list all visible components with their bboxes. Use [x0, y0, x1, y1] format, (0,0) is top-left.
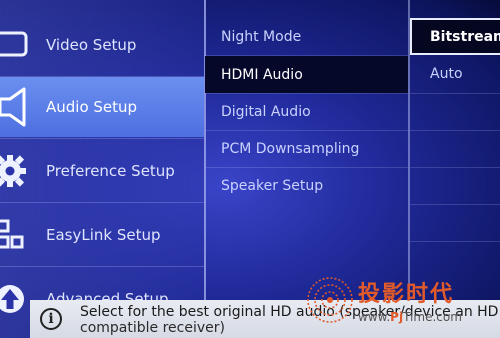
divider [410, 167, 500, 168]
info-icon: i [40, 308, 62, 330]
menu-item-label: Preference Setup [46, 161, 175, 180]
setting-digital-audio[interactable]: Digital Audio [205, 93, 408, 130]
option-auto[interactable]: Auto [410, 55, 500, 92]
audio-settings-list: Night Mode HDMI Audio Digital Audio PCM … [205, 0, 410, 300]
setting-pcm-downsampling[interactable]: PCM Downsampling [205, 130, 408, 167]
setting-night-mode[interactable]: Night Mode [205, 18, 408, 55]
hdmi-audio-options: Bitstream Auto [410, 0, 500, 300]
option-label: Auto [430, 65, 463, 82]
watermark-url-prefix: www. [358, 310, 391, 324]
main-menu: Video Setup Audio Setup Preference Setup… [0, 0, 206, 338]
option-bitstream[interactable]: Bitstream [410, 18, 500, 55]
menu-item-label: Audio Setup [46, 98, 138, 116]
arrow-up-icon [0, 284, 24, 313]
grid-icon [0, 219, 24, 248]
setting-label: HDMI Audio [221, 66, 303, 83]
tv-setup-screen: Video Setup Audio Setup Preference Setup… [0, 0, 500, 338]
tv-icon [0, 31, 28, 56]
speaker-icon [0, 87, 26, 127]
setting-label: Night Mode [221, 28, 302, 45]
gear-icon [0, 154, 26, 187]
divider [410, 93, 500, 94]
setting-label: Speaker Setup [221, 177, 324, 194]
setting-speaker-setup[interactable]: Speaker Setup [205, 167, 408, 204]
watermark-url-brand: Pj [390, 310, 404, 324]
setting-hdmi-audio[interactable]: HDMI Audio [205, 56, 408, 93]
menu-item-video-setup[interactable]: Video Setup [0, 13, 204, 76]
option-label: Bitstream [430, 28, 500, 45]
setting-label: PCM Downsampling [221, 140, 360, 157]
pjtime-logo-icon [307, 277, 353, 323]
watermark-url: www.PjTime.com [358, 310, 462, 324]
watermark-url-suffix: Time.com [403, 310, 462, 324]
menu-item-label: EasyLink Setup [46, 225, 161, 244]
menu-item-preference-setup[interactable]: Preference Setup [0, 139, 204, 202]
menu-item-label: Video Setup [46, 35, 137, 54]
menu-item-audio-setup[interactable]: Audio Setup [0, 77, 204, 137]
watermark-chinese-text: 投影时代 [358, 282, 455, 307]
pjtime-watermark: 投影时代 www.PjTime.com [300, 270, 500, 330]
divider [410, 130, 500, 131]
setting-label: Digital Audio [221, 103, 311, 120]
menu-item-easylink-setup[interactable]: EasyLink Setup [0, 203, 204, 266]
divider [410, 204, 500, 205]
divider [410, 241, 500, 242]
